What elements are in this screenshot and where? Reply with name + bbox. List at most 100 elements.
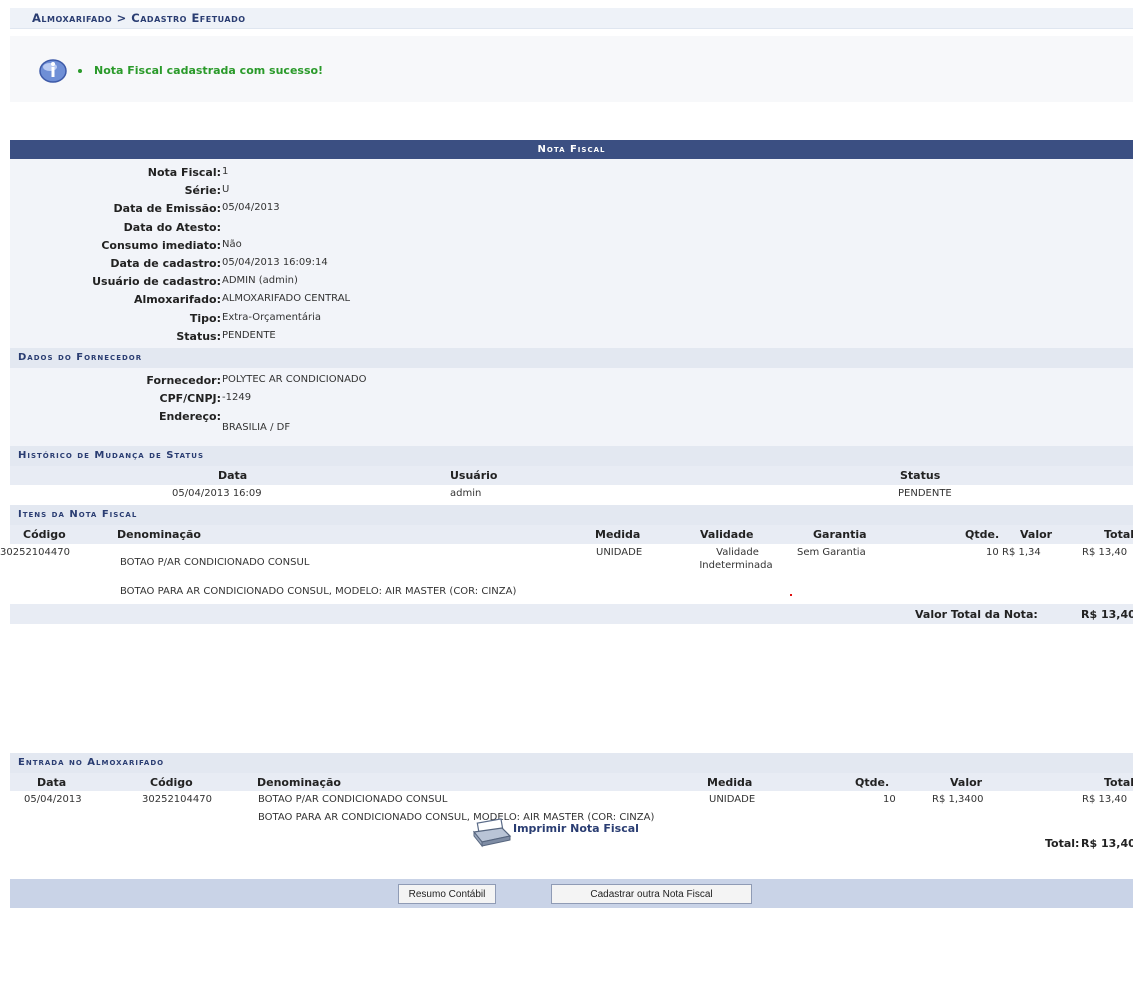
column-header: Qtde. [965,528,1000,541]
field-label: Tipo: [189,311,221,325]
item-description-row: BOTAO PARA AR CONDICIONADO CONSUL, MODEL… [10,584,1133,604]
field-row: Série: U [10,181,1133,199]
marker-dot [790,594,792,596]
field-row: Consumo imediato: Não [10,236,1133,254]
field-label: Almoxarifado: [133,293,221,307]
cell: admin [450,488,482,499]
field-label: CPF/CNPJ: [159,392,222,406]
field-value: 05/04/2013 16:09:14 [222,256,328,268]
entrada-panel: Entrada no Almoxarifado Data Código Deno… [10,753,1133,878]
cell: 10 [883,794,896,805]
column-header: Denominação [117,528,201,541]
field-value: BRASILIA / DF [222,422,291,434]
field-value: Não [222,238,242,250]
imprimir-nota-link[interactable]: Imprimir Nota Fiscal [513,822,639,835]
field-value: PENDENTE [222,329,276,341]
field-label: Data de Emissão: [113,202,221,216]
table-row: 05/04/2013 16:09 admin PENDENTE [10,485,1133,505]
cell: BOTAO P/AR CONDICIONADO CONSUL [120,557,310,568]
field-value: POLYTEC AR CONDICIONADO [222,374,367,385]
column-header: Valor [1020,528,1053,541]
field-row: Data do Atesto: [10,218,1133,236]
field-label: Data do Atesto: [123,220,221,234]
field-row: Data de cadastro: 05/04/2013 16:09:14 [10,254,1133,272]
message-bullet [78,69,82,73]
column-header: Total [1104,528,1133,541]
total-value: R$ 13,40 [1081,837,1133,850]
table-header: Data Código Denominação Medida Qtde. Val… [10,773,1133,791]
cell: R$ 1,34 [1002,547,1041,558]
field-row: Usuário de cadastro: ADMIN (admin) [10,272,1133,290]
column-header: Denominação [257,776,341,789]
field-value: 1 [222,166,229,177]
field-row: Nota Fiscal: 1 [10,163,1133,181]
field-row: Status: PENDENTE [10,327,1133,345]
breadcrumb: Almoxarifado > Cadastro Efetuado [10,8,1133,29]
field-value: U [222,184,230,196]
nota-fiscal-panel: Nota Fiscal Nota Fiscal: 1 Série: U Data d… [0,140,1133,638]
field-value: Extra-Orçamentária [222,311,321,323]
button-bar: Resumo Contábil Cadastrar outra Nota Fis… [10,879,1133,908]
column-header: Medida [595,528,641,541]
table-header: Data Usuário Status [10,466,1133,485]
column-header: Usuário [450,469,498,482]
itens-table: Código Denominação Medida Validade Garan… [0,525,1133,638]
column-header: Código [150,776,193,789]
item-description: BOTAO PARA AR CONDICIONADO CONSUL, MODEL… [120,586,517,597]
fornecedor-fields: Fornecedor: POLYTEC AR CONDICIONADO CPF/C… [10,368,1133,446]
total-label: Total: [1045,837,1080,850]
field-label: Consumo imediato: [101,238,221,252]
column-header: Valor [950,776,983,789]
nota-fields: Nota Fiscal: 1 Série: U Data de Emissão: 05… [10,159,1133,348]
field-value: 05/04/2013 [222,202,280,214]
column-header: Data [37,776,67,789]
section-itens-title: Itens da Nota Fiscal [10,505,1133,525]
historico-table: Data Usuário Status 05/04/2013 16:09 adm… [10,466,1133,505]
field-value: ADMIN (admin) [222,275,298,287]
total-value: R$ 13,40 [1081,608,1133,621]
section-fornecedor-title: Dados do Fornecedor [10,348,1133,368]
cell: 05/04/2013 16:09 [172,488,262,499]
cell: Sem Garantia [797,547,866,558]
cell: 30252104470 [142,794,212,805]
table-header: Código Denominação Medida Validade Garan… [10,525,1133,544]
cell: 05/04/2013 [24,794,82,805]
column-header: Garantia [813,528,867,541]
field-row: Tipo: Extra-Orçamentária [10,309,1133,327]
printer-icon[interactable] [472,818,512,848]
column-header: Medida [707,776,753,789]
cell: R$ 13,40 [1082,547,1128,558]
success-message: Nota Fiscal cadastrada com sucesso! [94,64,324,77]
column-header: Validade [700,528,754,541]
cell: Indeterminada [699,560,773,571]
total-label: Valor Total da Nota: [915,608,1038,621]
cell: 10 [986,547,999,558]
field-row: Almoxarifado: ALMOXARIFADO CENTRAL [10,290,1133,308]
field-label: Data de cadastro: [110,256,221,270]
column-header: Status [900,469,941,482]
section-entrada-title: Entrada no Almoxarifado [10,753,1133,773]
cadastrar-outra-nota-button[interactable]: Cadastrar outra Nota Fiscal [551,884,752,904]
cell: UNIDADE [709,794,756,805]
field-label: Série: [184,184,221,198]
column-header: Código [23,528,66,541]
column-header: Total [1104,776,1133,789]
column-header: Qtde. [855,776,890,789]
field-row: Data de Emissão: 05/04/2013 [10,199,1133,217]
field-label: Status: [176,329,221,343]
cell: R$ 13,40 [1082,794,1128,805]
column-header: Data [218,469,248,482]
field-label: Endereço: [158,410,221,424]
cell: BOTAO P/AR CONDICIONADO CONSUL [258,794,448,805]
table-row: 05/04/2013 30252104470 BOTAO P/AR CONDIC… [10,791,1133,811]
panel-caption: Nota Fiscal [10,140,1133,159]
info-icon [39,59,67,83]
field-value: ALMOXARIFADO CENTRAL [222,293,351,305]
total-row: Valor Total da Nota: R$ 13,40 [10,604,1133,624]
cell: UNIDADE [596,547,643,558]
cell: PENDENTE [898,488,952,499]
resumo-contabil-button[interactable]: Resumo Contábil [398,884,496,904]
cell: R$ 1,3400 [932,794,984,805]
field-label: Nota Fiscal: [147,166,221,179]
field-label: Fornecedor: [146,374,221,387]
